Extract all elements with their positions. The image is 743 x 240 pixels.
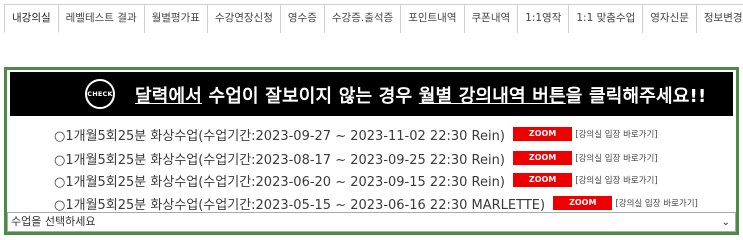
course-title: ○1개월5회25분 화상수업(수업기간:2023-06-20 ~ 2023-09… <box>54 174 505 190</box>
tab-receipt[interactable]: 영수증 <box>280 4 325 33</box>
notice-text-button-name: 월별 강의내역 버튼 <box>418 86 566 107</box>
notice-text-calendar: 달력에서 <box>135 86 203 107</box>
zoom-button[interactable]: ZOOM <box>512 173 573 187</box>
enter-classroom-link[interactable]: [강의실 입장 바로가기] <box>575 152 657 164</box>
tab-attendance-certificate[interactable]: 수강증.출석증 <box>324 4 402 33</box>
enter-classroom-link[interactable]: [강의실 입장 바로가기] <box>575 174 657 186</box>
tab-coupons[interactable]: 쿠폰내역 <box>464 4 519 33</box>
check-icon: CHECK <box>85 79 115 109</box>
course-row: ○1개월5회25분 화상수업(수업기간:2023-06-20 ~ 2023-09… <box>54 170 658 190</box>
chevron-down-icon: ⌄ <box>721 217 730 228</box>
tab-my-classroom[interactable]: 내강의실 <box>4 4 59 33</box>
course-select[interactable]: 수업을 선택하세요 ⌄ <box>7 212 736 232</box>
notice-banner: CHECK 달력에서 수업이 잘보이지 않는 경우 월별 강의내역 버튼을 클릭… <box>10 72 733 116</box>
zoom-button[interactable]: ZOOM <box>512 151 573 165</box>
course-title: ○1개월5회25분 화상수업(수업기간:2023-05-15 ~ 2023-06… <box>54 197 546 213</box>
tab-english-newspaper[interactable]: 영자신문 <box>643 4 697 33</box>
tab-extension-request[interactable]: 수강연장신청 <box>207 4 281 33</box>
tab-profile-edit[interactable]: 정보변경 <box>696 4 743 33</box>
course-row: ○1개월5회25분 화상수업(수업기간:2023-09-27 ~ 2023-11… <box>54 124 658 144</box>
tab-monthly-evaluation[interactable]: 월별평가표 <box>144 4 208 33</box>
tab-writing-1on1[interactable]: 1:1영작 <box>518 4 570 33</box>
course-panel: CHECK 달력에서 수업이 잘보이지 않는 경우 월별 강의내역 버튼을 클릭… <box>4 67 739 235</box>
course-select-value: 수업을 선택하세요 <box>11 215 96 228</box>
zoom-button[interactable]: ZOOM <box>553 196 613 210</box>
notice-text-middle: 수업이 잘보이지 않는 경우 <box>202 86 419 107</box>
course-title: ○1개월5회25분 화상수업(수업기간:2023-08-17 ~ 2023-09… <box>54 152 505 168</box>
course-row: ○1개월5회25분 화상수업(수업기간:2023-05-15 ~ 2023-06… <box>54 193 698 213</box>
notice-text: 달력에서 수업이 잘보이지 않는 경우 월별 강의내역 버튼을 클릭해주세요!! <box>135 82 706 108</box>
tab-points[interactable]: 포인트내역 <box>401 4 465 33</box>
course-title: ○1개월5회25분 화상수업(수업기간:2023-09-27 ~ 2023-11… <box>54 128 505 144</box>
zoom-button[interactable]: ZOOM <box>512 127 573 141</box>
notice-text-end: 을 클릭해주세요!! <box>565 86 707 107</box>
enter-classroom-link[interactable]: [강의실 입장 바로가기] <box>615 197 697 209</box>
enter-classroom-link[interactable]: [강의실 입장 바로가기] <box>575 128 657 140</box>
tab-bar: 내강의실 레벨테스트 결과 월별평가표 수강연장신청 영수증 수강증.출석증 포… <box>4 4 743 33</box>
tab-custom-class-1on1[interactable]: 1:1 맞춤수업 <box>569 4 644 33</box>
tab-level-test-result[interactable]: 레벨테스트 결과 <box>58 4 145 33</box>
course-row: ○1개월5회25분 화상수업(수업기간:2023-08-17 ~ 2023-09… <box>54 148 658 168</box>
